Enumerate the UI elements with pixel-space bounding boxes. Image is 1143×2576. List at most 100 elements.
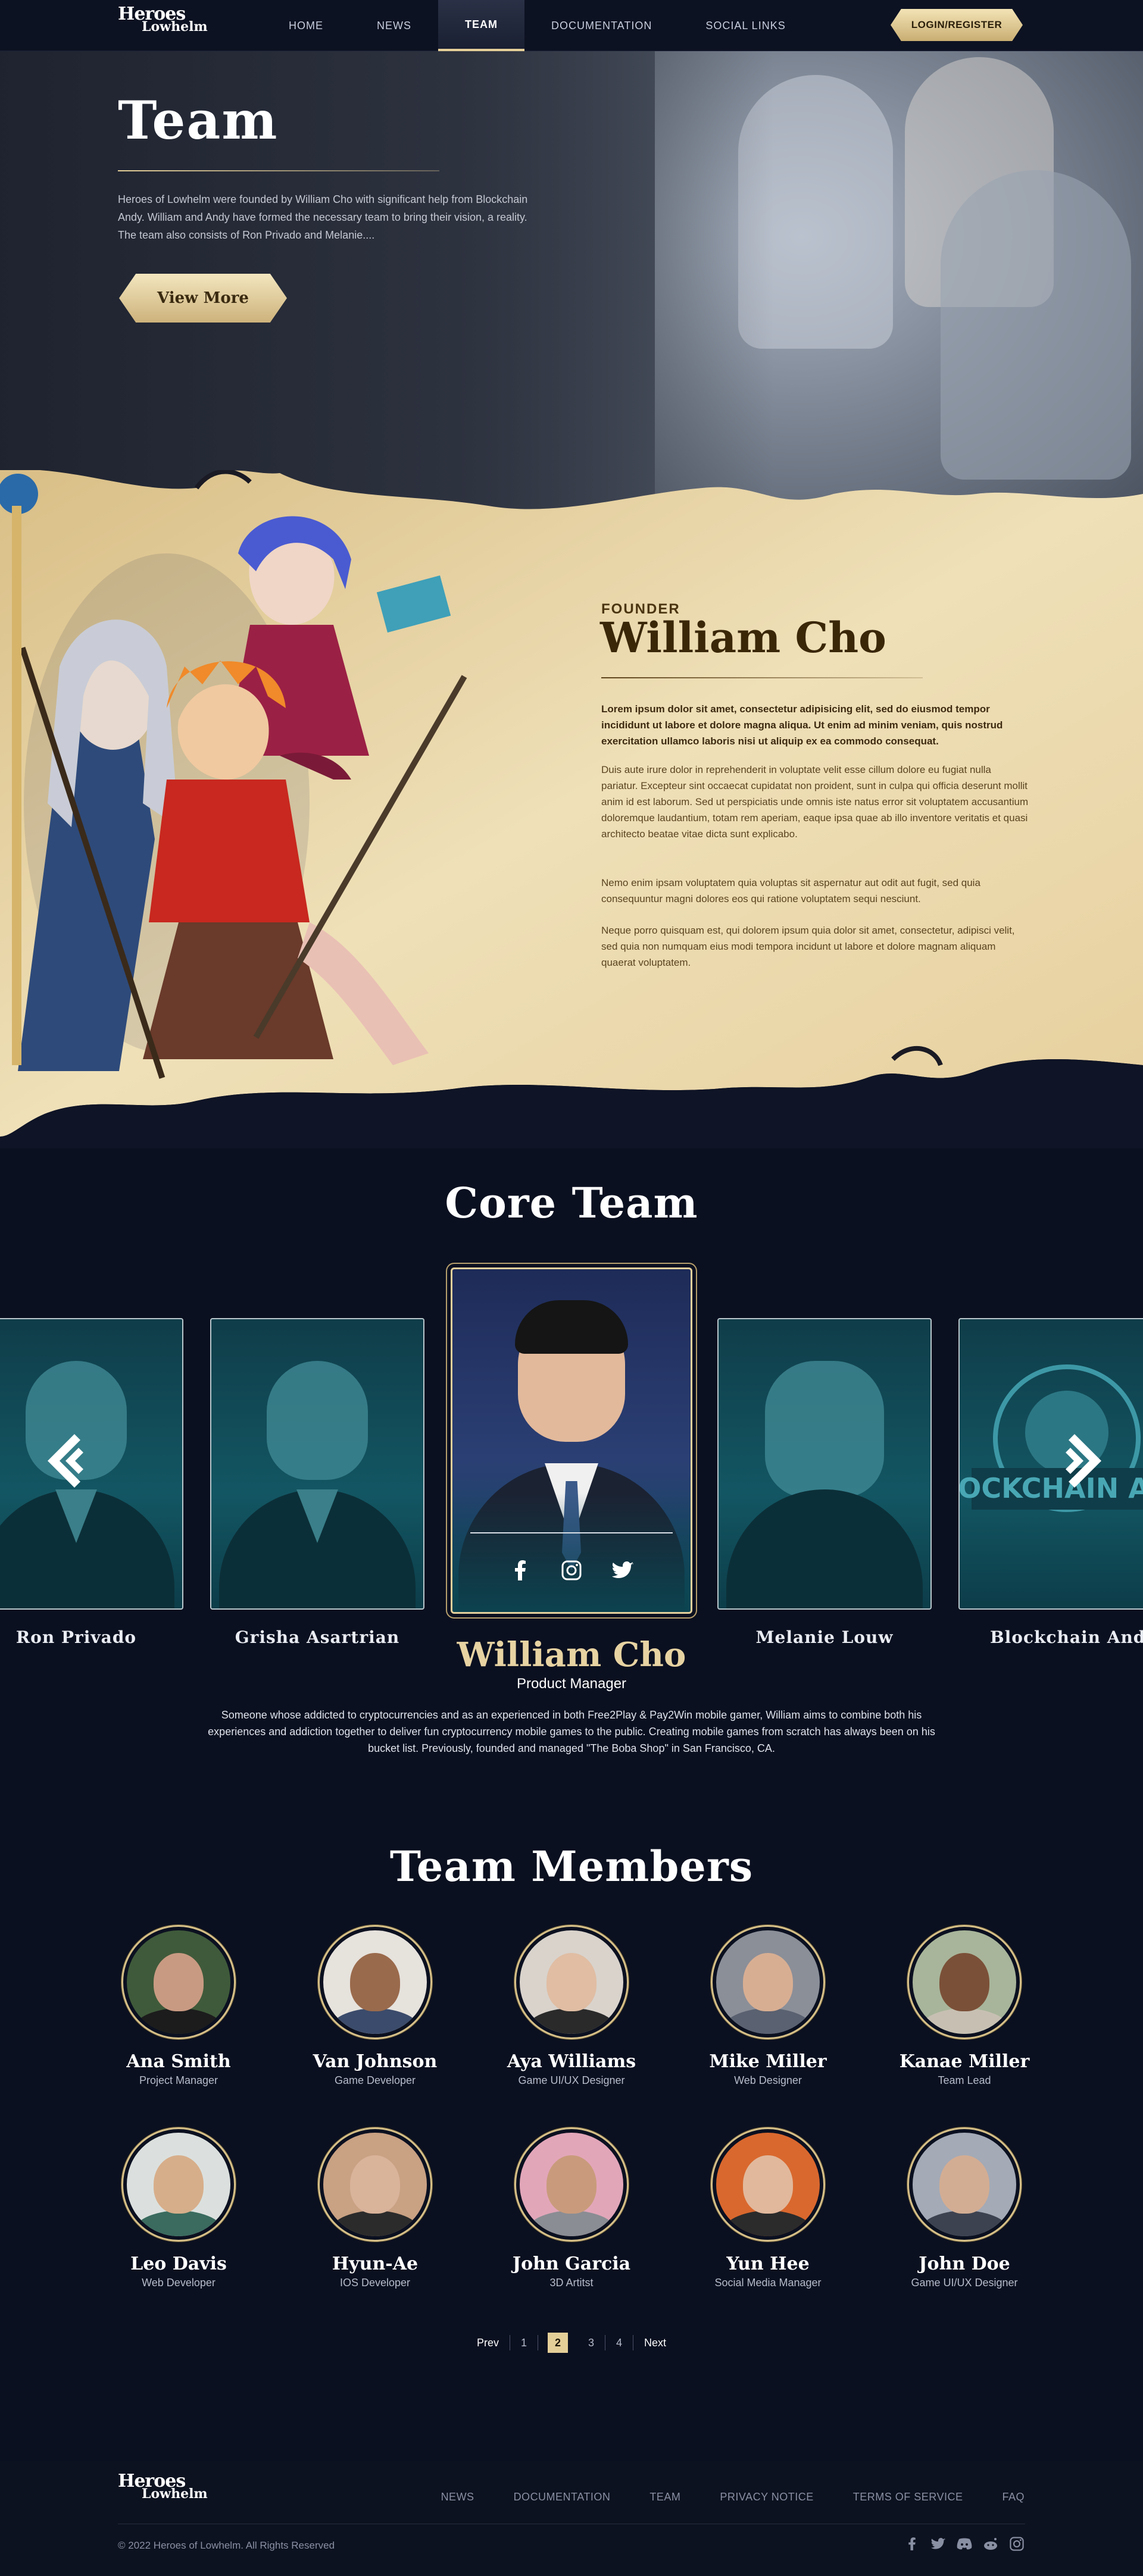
footer-link-privacy[interactable]: PRIVACY NOTICE xyxy=(680,2491,813,2503)
team-member-card[interactable]: Van Johnson Game Developer xyxy=(286,1925,464,2087)
nav-link-documentation[interactable]: DOCUMENTATION xyxy=(524,0,679,51)
member-avatar xyxy=(514,2127,629,2242)
card-overlay xyxy=(452,1493,691,1612)
member-avatar xyxy=(907,1925,1022,2039)
avatar-face xyxy=(350,2155,400,2214)
avatar-body xyxy=(721,2008,815,2034)
member-name: Kanae Miller xyxy=(899,2051,1030,2072)
avatar-photo xyxy=(716,1930,820,2034)
avatar-photo xyxy=(520,1930,623,2034)
team-member-card[interactable]: John Garcia 3D Artitst xyxy=(482,2127,661,2289)
avatar-face xyxy=(350,1953,400,2011)
member-name: Leo Davis xyxy=(130,2253,227,2274)
pagination-prev[interactable]: Prev xyxy=(466,2337,510,2349)
founder-paragraph: Neque porro quisquam est, qui dolorem ip… xyxy=(601,925,1015,968)
pagination-page[interactable]: 1 xyxy=(510,2337,538,2349)
instagram-icon[interactable] xyxy=(1009,2536,1025,2552)
carousel-prev-arrow[interactable] xyxy=(42,1428,95,1494)
login-register-button[interactable]: LOGIN/REGISTER xyxy=(891,9,1023,41)
twitter-icon[interactable] xyxy=(930,2536,946,2552)
team-card[interactable] xyxy=(210,1318,424,1610)
portrait-body xyxy=(726,1489,923,1608)
pagination-next[interactable]: Next xyxy=(633,2337,677,2349)
team-member-card[interactable]: Aya Williams Game UI/UX Designer xyxy=(482,1925,661,2087)
team-member-card[interactable]: Mike Miller Web Designer xyxy=(679,1925,857,2087)
avatar-photo xyxy=(913,1930,1016,2034)
pagination-page[interactable]: 3 xyxy=(577,2337,605,2349)
nav-link-social-links[interactable]: SOCIAL LINKS xyxy=(679,0,812,51)
top-navbar: Heroes Lowhelm HOME NEWS TEAM DOCUMENTAT… xyxy=(0,0,1143,51)
avatar-face xyxy=(154,2155,204,2214)
member-avatar xyxy=(318,1925,432,2039)
site-logo[interactable]: Heroes Lowhelm xyxy=(118,5,208,45)
twitter-icon[interactable] xyxy=(611,1558,635,1582)
avatar-body xyxy=(917,2008,1011,2034)
member-name: Hyun-Ae xyxy=(332,2253,419,2274)
member-name: Mike Miller xyxy=(709,2051,827,2072)
avatar-body xyxy=(328,2008,422,2034)
reddit-icon[interactable] xyxy=(983,2536,998,2552)
founder-name: William Cho xyxy=(600,613,886,662)
nav-link-team[interactable]: TEAM xyxy=(438,0,524,51)
founder-paragraph: Nemo enim ipsam voluptatem quia voluptas… xyxy=(601,877,980,904)
avatar-face xyxy=(546,1953,597,2011)
core-team-title: Core Team xyxy=(445,1178,698,1228)
card-divider xyxy=(470,1532,673,1533)
member-role: IOS Developer xyxy=(339,2277,411,2289)
instagram-icon[interactable] xyxy=(560,1558,583,1582)
footer-link-news[interactable]: NEWS xyxy=(402,2491,474,2503)
member-role: Social Media Manager xyxy=(714,2277,822,2289)
facebook-icon[interactable] xyxy=(508,1558,532,1582)
team-member-card[interactable]: Leo Davis Web Developer xyxy=(89,2127,268,2289)
pagination-page[interactable]: 4 xyxy=(605,2337,633,2349)
avatar-body xyxy=(917,2210,1011,2236)
avatar-photo xyxy=(913,2133,1016,2236)
pagination: Prev 1 2 3 4 Next xyxy=(0,2333,1143,2353)
avatar-face xyxy=(743,2155,793,2214)
footer-link-documentation[interactable]: DOCUMENTATION xyxy=(474,2491,611,2503)
team-member-card[interactable]: Ana Smith Project Manager xyxy=(89,1925,268,2087)
team-member-card[interactable]: Yun Hee Social Media Manager xyxy=(679,2127,857,2289)
card-logo-text: BLOCKCHAIN ANDY xyxy=(960,1472,1143,1504)
footer-link-terms[interactable]: TERMS OF SERVICE xyxy=(814,2491,963,2503)
member-name: John Doe xyxy=(919,2253,1010,2274)
footer-logo[interactable]: Heroes Lowhelm xyxy=(118,2472,208,2512)
avatar-face xyxy=(939,1953,989,2011)
member-role: Team Lead xyxy=(938,2074,991,2086)
featured-team-card[interactable] xyxy=(451,1267,692,1614)
discord-icon[interactable] xyxy=(957,2536,972,2552)
member-avatar xyxy=(514,1925,629,2039)
portrait-head xyxy=(267,1361,368,1480)
avatar-photo xyxy=(127,1930,230,2034)
carousel-next-arrow[interactable] xyxy=(1054,1428,1107,1494)
hero-overlay xyxy=(0,51,774,515)
member-role: Game UI/UX Designer xyxy=(518,2074,625,2086)
footer-socials xyxy=(904,2536,1025,2552)
member-name: John Garcia xyxy=(512,2253,631,2274)
view-more-button[interactable]: View More xyxy=(119,274,287,323)
member-role: Project Manager xyxy=(139,2074,218,2086)
nav-link-news[interactable]: NEWS xyxy=(350,0,438,51)
team-card[interactable] xyxy=(717,1318,932,1610)
member-name: Van Johnson xyxy=(313,2051,438,2072)
pagination-current-page[interactable]: 2 xyxy=(547,2333,568,2353)
team-member-card[interactable]: Kanae Miller Team Lead xyxy=(875,1925,1054,2087)
footer-link-faq[interactable]: FAQ xyxy=(963,2491,1025,2503)
footer-link-team[interactable]: TEAM xyxy=(610,2491,680,2503)
avatar-photo xyxy=(127,2133,230,2236)
facebook-icon[interactable] xyxy=(904,2536,920,2552)
member-avatar xyxy=(318,2127,432,2242)
team-card[interactable]: BLOCKCHAIN ANDY xyxy=(958,1318,1143,1610)
team-member-card[interactable]: John Doe Game UI/UX Designer xyxy=(875,2127,1054,2289)
founder-divider xyxy=(601,677,923,678)
footer-links: NEWS DOCUMENTATION TEAM PRIVACY NOTICE T… xyxy=(402,2491,1025,2503)
photo-person xyxy=(941,170,1131,480)
avatar-body xyxy=(132,2210,226,2236)
page-title: Team xyxy=(118,89,279,151)
avatar-photo xyxy=(323,1930,427,2034)
team-member-card[interactable]: Hyun-Ae IOS Developer xyxy=(286,2127,464,2289)
member-avatar xyxy=(711,2127,825,2242)
nav-link-home[interactable]: HOME xyxy=(262,0,350,51)
copyright-text: © 2022 Heroes of Lowhelm. All Rights Res… xyxy=(118,2540,335,2551)
member-role: Game UI/UX Designer xyxy=(911,2277,1018,2289)
